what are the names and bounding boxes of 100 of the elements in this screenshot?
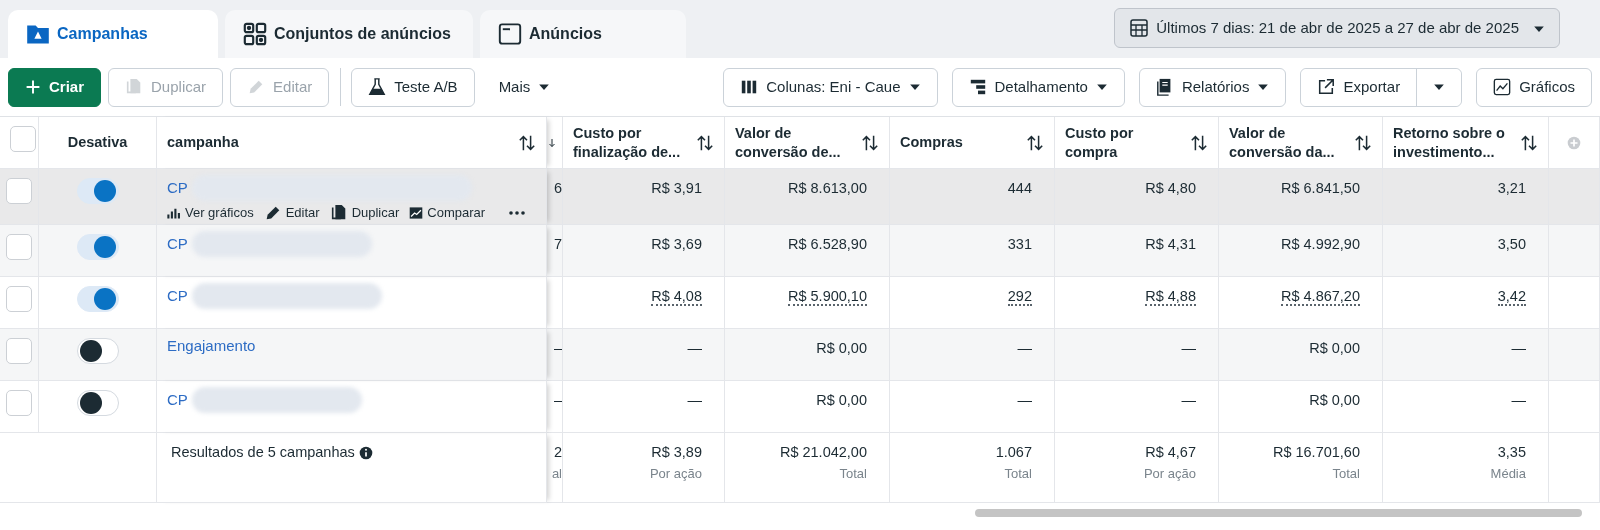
- table-cell: —: [1511, 339, 1526, 356]
- table-cell: 3,50: [1497, 235, 1526, 252]
- campaign-link[interactable]: Engajamento: [167, 334, 256, 358]
- line-chart-icon: [1493, 78, 1512, 96]
- table-cell: R$ 0,00: [1309, 339, 1360, 356]
- tab[interactable]: Anúncios: [480, 10, 686, 58]
- column-header: Valor de conversão da...: [1229, 124, 1335, 161]
- toolbar-button[interactable]: Gráficos: [1476, 67, 1592, 107]
- export-icon: [1317, 78, 1336, 96]
- sort-icon: [518, 133, 536, 152]
- checkbox[interactable]: [6, 389, 32, 416]
- table-cell: —: [687, 391, 702, 408]
- table-cell: R$ 4.992,90: [1281, 235, 1360, 252]
- toolbar-button[interactable]: Detalhamento: [951, 67, 1125, 107]
- more-icon[interactable]: [509, 210, 526, 217]
- table-cell: R$ 0,00: [816, 391, 867, 408]
- table-cell-text: R$ 4,67: [1144, 442, 1196, 462]
- row-action-link[interactable]: Comparar: [409, 205, 486, 221]
- toggle-switch[interactable]: [76, 285, 119, 312]
- table-cell: 3,21: [1497, 180, 1526, 196]
- campaign-link[interactable]: CP: [167, 232, 188, 255]
- table-cell: R$ 5.900,10: [788, 287, 867, 306]
- table-cell: R$ 6.841,50: [1281, 180, 1360, 196]
- cell-caption: Total: [1331, 464, 1360, 483]
- campaign-link[interactable]: CP: [167, 176, 188, 200]
- column-header: Custo por finalização de...: [573, 124, 681, 161]
- checkbox[interactable]: [6, 285, 32, 312]
- table-cell: —: [1017, 391, 1032, 408]
- table-cell: R$ 8.613,00: [788, 180, 867, 196]
- table-cell: –: [553, 391, 562, 408]
- calendar-icon: [1129, 18, 1150, 38]
- table-cell-text: R$ 16.701,60: [1271, 442, 1360, 462]
- table-cell: R$ 3,91: [651, 180, 702, 196]
- table-cell: R$ 0,00: [1309, 391, 1360, 408]
- table-cell: R$ 0,00: [816, 339, 867, 356]
- row-action-link[interactable]: Ver gráficos: [167, 205, 254, 221]
- campaign-link[interactable]: CP: [167, 284, 188, 307]
- table-cell: 331: [1007, 235, 1032, 252]
- window-icon: [498, 22, 522, 46]
- table-cell: —: [1017, 339, 1032, 356]
- sort-icon: [1520, 133, 1538, 152]
- breakdown-icon: [968, 78, 987, 96]
- tab[interactable]: Conjuntos de anúncios: [225, 10, 473, 58]
- table-cell: —: [687, 339, 702, 356]
- flask-icon: [368, 78, 387, 96]
- checkbox[interactable]: [6, 337, 32, 364]
- sort-icon: [1026, 133, 1044, 152]
- horizontal-scrollbar[interactable]: [975, 508, 1582, 517]
- toggle-switch[interactable]: [76, 233, 119, 260]
- column-header: Retorno sobre o investimento...: [1393, 124, 1505, 161]
- column-header: campanha: [167, 132, 239, 152]
- toggle-switch[interactable]: [76, 389, 119, 416]
- columns-icon: [740, 78, 759, 96]
- toolbar-button[interactable]: Criar: [8, 67, 102, 107]
- table-cell: –: [553, 339, 562, 356]
- toggle-switch[interactable]: [76, 337, 119, 364]
- row-action-link[interactable]: Duplicar: [329, 203, 400, 222]
- table-cell: 444: [1007, 180, 1032, 196]
- date-range-dropdown[interactable]: Últimos 7 dias: 21 de abr de 2025 a 27 de abr de 2025: [1114, 8, 1560, 48]
- checkbox[interactable]: [6, 233, 32, 260]
- sort-icon: [861, 133, 879, 152]
- toolbar-button[interactable]: Teste A/B: [351, 67, 475, 107]
- table-cell-text: 3,35: [1496, 442, 1526, 462]
- table-cell: R$ 4,88: [1145, 287, 1196, 306]
- sort-icon: [1190, 133, 1208, 152]
- table-cell-text: 1.067: [994, 442, 1032, 462]
- cell-caption: al: [550, 464, 562, 483]
- dropdown-toggle[interactable]: [1416, 68, 1462, 106]
- compare-icon: [409, 205, 424, 220]
- table-cell-text: 2: [552, 442, 562, 462]
- cell-caption: Total: [838, 464, 867, 483]
- copy-icon: [329, 203, 348, 222]
- campaign-link[interactable]: CP: [167, 388, 188, 411]
- toggle-switch[interactable]: [76, 178, 119, 204]
- table-cell: R$ 6.528,90: [788, 235, 867, 252]
- column-header: Desativa: [67, 133, 128, 150]
- plus-icon: [25, 79, 41, 95]
- table-cell: R$ 4,08: [651, 287, 702, 306]
- table-cell: —: [1511, 391, 1526, 408]
- table-cell: R$ 4,31: [1145, 235, 1196, 252]
- table-cell: 7: [553, 235, 562, 252]
- sort-icon: [1354, 133, 1372, 152]
- cell-caption: Total: [1003, 464, 1032, 483]
- toolbar-button[interactable]: Relatórios: [1138, 67, 1287, 107]
- table-cell: R$ 4,80: [1145, 180, 1196, 196]
- cell-caption: Por ação: [648, 464, 702, 483]
- row-action-link[interactable]: Editar: [263, 203, 320, 222]
- tab[interactable]: Campanhas: [8, 10, 218, 58]
- checkbox[interactable]: [6, 178, 32, 204]
- toolbar-button[interactable]: Colunas: Eni - Caue: [723, 67, 938, 107]
- table-cell: 6: [553, 180, 562, 196]
- checkbox[interactable]: [10, 126, 36, 153]
- column-header: Custo por compra: [1065, 124, 1134, 161]
- table-cell: —: [1181, 391, 1196, 408]
- grid-icon: [243, 22, 267, 46]
- table-cell: 292: [1007, 287, 1032, 306]
- results-summary: Resultados de 5 campanhas: [171, 443, 355, 460]
- add-column-icon[interactable]: [1567, 135, 1581, 150]
- table-cell-text: R$ 3,89: [650, 442, 702, 462]
- cell-caption: Média: [1489, 464, 1526, 483]
